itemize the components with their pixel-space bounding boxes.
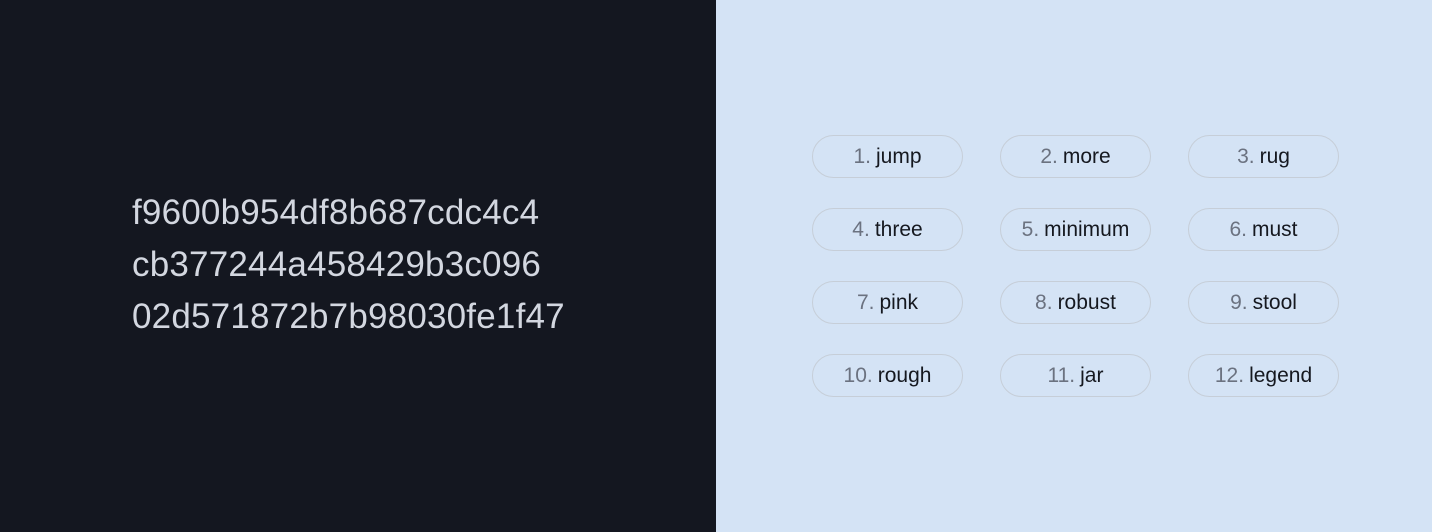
word-text: more <box>1062 144 1111 168</box>
word-number: 1. <box>853 144 871 168</box>
seed-word-grid: 1. jump 2. more 3. rug 4. three 5. minimum 6.… <box>812 135 1339 397</box>
word-number: 4. <box>852 217 870 241</box>
seed-word-pill: 9. stool <box>1188 281 1339 324</box>
word-number: 5. <box>1021 217 1040 241</box>
seed-word-pill: 4. three <box>812 208 963 251</box>
word-text: jump <box>875 144 922 168</box>
hash-text: f9600b954df8b687cdc4c4 cb377244a458429b3… <box>132 187 565 343</box>
seed-word-pill: 3. rug <box>1188 135 1339 178</box>
seed-word-pill: 12. legend <box>1188 354 1339 397</box>
word-text: rug <box>1259 144 1290 168</box>
hash-line: cb377244a458429b3c096 <box>132 245 542 284</box>
word-number: 7. <box>856 290 875 314</box>
seed-word-pill: 8. robust <box>1000 281 1151 324</box>
word-text: stool <box>1252 290 1297 314</box>
word-text: rough <box>877 363 932 387</box>
word-text: jar <box>1080 363 1104 387</box>
hash-panel: f9600b954df8b687cdc4c4 cb377244a458429b3… <box>0 0 716 532</box>
word-text: pink <box>879 290 919 314</box>
seed-word-pill: 7. pink <box>812 281 963 324</box>
hash-line: f9600b954df8b687cdc4c4 <box>132 193 540 232</box>
word-text: robust <box>1057 290 1116 314</box>
word-number: 10. <box>843 363 873 387</box>
seed-word-pill: 1. jump <box>812 135 963 178</box>
word-number: 2. <box>1040 144 1058 168</box>
word-text: legend <box>1249 363 1313 387</box>
seed-word-pill: 2. more <box>1000 135 1151 178</box>
word-text: must <box>1252 217 1298 241</box>
word-text: three <box>874 217 923 241</box>
seed-word-pill: 10. rough <box>812 354 963 397</box>
word-number: 11. <box>1047 363 1076 387</box>
seed-word-pill: 11. jar <box>1000 354 1151 397</box>
seed-phrase-panel: 1. jump 2. more 3. rug 4. three 5. minimum 6.… <box>716 0 1432 532</box>
seed-word-pill: 5. minimum <box>1000 208 1151 251</box>
word-number: 6. <box>1229 217 1247 241</box>
word-number: 12. <box>1214 363 1245 387</box>
hash-line: 02d571872b7b98030fe1f47 <box>132 297 565 336</box>
seed-word-pill: 6. must <box>1188 208 1339 251</box>
word-number: 9. <box>1230 290 1248 314</box>
word-number: 8. <box>1035 290 1053 314</box>
word-text: minimum <box>1044 217 1130 241</box>
word-number: 3. <box>1237 144 1255 168</box>
